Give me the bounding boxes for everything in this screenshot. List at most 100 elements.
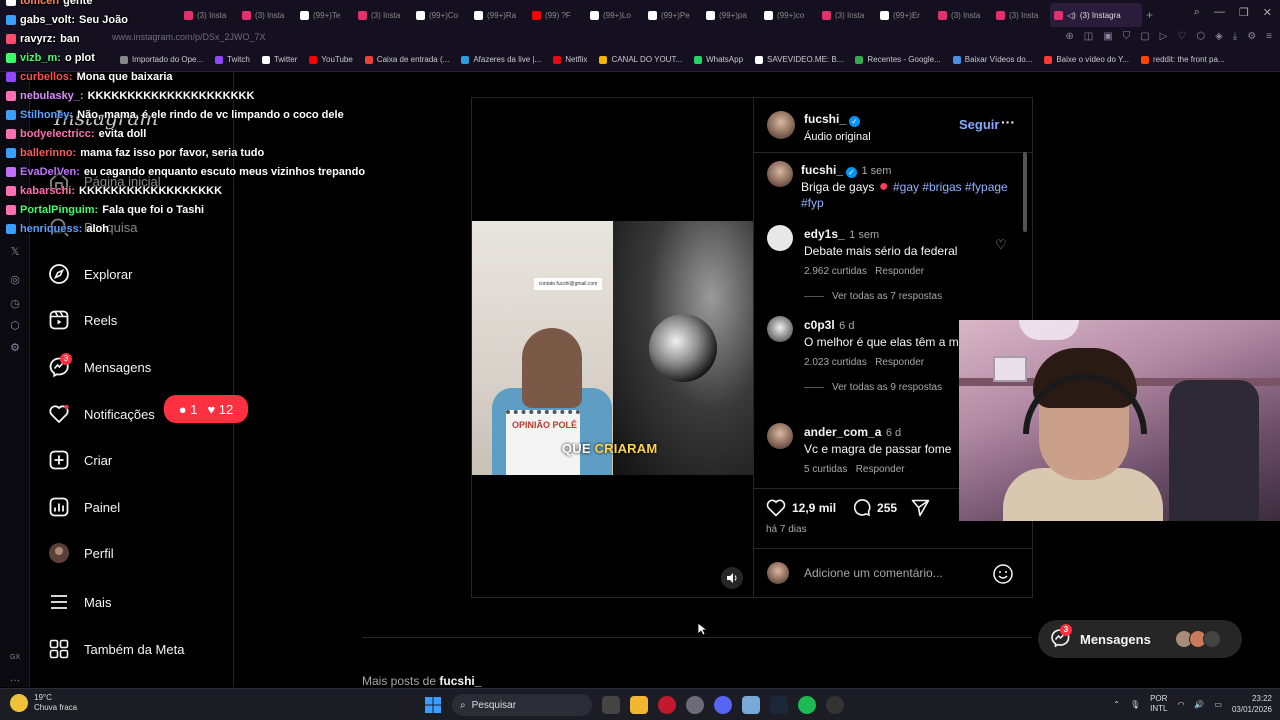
browser-tab[interactable]: (99+)Ra	[470, 3, 528, 27]
reply-button[interactable]: Responder	[856, 464, 905, 475]
nav-item-tamb-m-da-meta[interactable]: Também da Meta	[48, 635, 184, 663]
more-options-icon[interactable]: ···	[1001, 114, 1015, 130]
bookmark-item[interactable]: Netflix	[553, 55, 587, 64]
bookmark-item[interactable]: Baixe o vídeo do Y...	[1044, 55, 1129, 64]
battery-icon[interactable]: ▭	[1214, 700, 1222, 709]
extensions-icon[interactable]: ⬡	[1196, 31, 1205, 42]
commenter-avatar[interactable]	[767, 423, 793, 449]
history-icon[interactable]: ◷	[9, 298, 21, 310]
maximize-icon[interactable]: ❐	[1239, 6, 1249, 19]
bookmark-item[interactable]: reddit: the front pa...	[1140, 55, 1225, 64]
task-view-icon[interactable]	[602, 696, 620, 714]
bookmark-item[interactable]: Twitch	[215, 55, 250, 64]
wifi-icon[interactable]: ◠	[1177, 700, 1184, 709]
mute-button[interactable]	[721, 567, 743, 589]
comment-likes[interactable]: 2.962 curtidas	[804, 266, 867, 277]
x-icon[interactable]: 𝕏	[9, 246, 21, 258]
like-count[interactable]: 12,9 mil	[792, 501, 836, 515]
snapshot-icon[interactable]: ▣	[1103, 31, 1112, 42]
cube-icon[interactable]: ⬡	[9, 320, 21, 332]
browser-tab[interactable]: (3) Insta	[818, 3, 876, 27]
zoom-icon[interactable]: ⊕	[1065, 31, 1073, 42]
close-icon[interactable]: ✕	[1263, 6, 1272, 19]
app-icon[interactable]	[742, 696, 760, 714]
bookmark-item[interactable]: WhatsApp	[694, 55, 743, 64]
comment-username[interactable]: c0p3l	[804, 318, 835, 332]
comment-input[interactable]: Adicione um comentário...	[804, 566, 943, 580]
taskbar-search[interactable]: ⌕ Pesquisar	[452, 694, 592, 716]
spotify-icon[interactable]	[798, 696, 816, 714]
comments-scrollbar[interactable]	[1023, 152, 1027, 232]
commenter-avatar[interactable]	[767, 225, 793, 251]
comment-like-icon[interactable]: ♡	[995, 237, 1007, 253]
clock[interactable]: 23:22 03/01/2026	[1232, 693, 1272, 715]
reply-button[interactable]: Responder	[875, 357, 924, 368]
author-username[interactable]: fucshi_	[804, 112, 846, 126]
nav-item-mais[interactable]: Mais	[48, 588, 111, 616]
file-explorer-icon[interactable]	[630, 696, 648, 714]
browser-tab[interactable]: (3) Insta	[180, 3, 238, 27]
view-replies[interactable]: Ver todas as 9 respostas	[804, 382, 942, 393]
settings-icon[interactable]: ⚙	[9, 342, 21, 354]
reply-button[interactable]: Responder	[875, 266, 924, 277]
comment-count[interactable]: 255	[877, 501, 897, 515]
bookmark-item[interactable]: Caixa de entrada (...	[364, 55, 449, 64]
tab-audio-icon[interactable]: ◁)	[1067, 11, 1076, 20]
nav-item-criar[interactable]: Criar	[48, 446, 112, 474]
audio-label[interactable]: Áudio original	[804, 131, 871, 143]
caption-avatar[interactable]	[767, 161, 793, 187]
discord-icon[interactable]	[714, 696, 732, 714]
obs-icon[interactable]	[826, 696, 844, 714]
like-heart-icon[interactable]	[766, 499, 786, 517]
settings-icon[interactable]: ⚙	[1247, 31, 1256, 42]
nav-item-perfil[interactable]: Perfil	[48, 539, 114, 567]
bookmark-item[interactable]: Twitter	[261, 55, 297, 64]
bookmark-item[interactable]: SAVEVIDEO.ME: B...	[755, 55, 843, 64]
nav-item-pesquisa[interactable]: Pesquisa	[48, 213, 137, 241]
follow-button[interactable]: Seguir	[959, 117, 999, 132]
shield-icon[interactable]: ⛉	[1123, 31, 1131, 42]
browser-tab[interactable]: (99+)pa	[702, 3, 760, 27]
language-indicator[interactable]: POR INTL	[1150, 694, 1167, 714]
browser-tab[interactable]: (99+)Lo	[586, 3, 644, 27]
author-avatar[interactable]	[767, 111, 795, 139]
minimize-icon[interactable]: —	[1214, 6, 1225, 19]
steam-icon[interactable]	[770, 696, 788, 714]
bookmark-item[interactable]: Afazeres da live |...	[461, 55, 541, 64]
comment-likes[interactable]: 2.023 curtidas	[804, 357, 867, 368]
messages-pill[interactable]: 3 Mensagens	[1038, 620, 1242, 658]
nav-item-reels[interactable]: Reels	[48, 306, 117, 334]
download-icon[interactable]: ⤓	[1233, 31, 1237, 42]
microphone-icon[interactable]: 🎙	[1130, 700, 1140, 709]
player-icon[interactable]: ◎	[9, 274, 21, 286]
bookmark-item[interactable]: Importado do Ope...	[120, 55, 203, 64]
browser-tab[interactable]: (99) ?F	[528, 3, 586, 27]
commenter-avatar[interactable]	[767, 316, 793, 342]
steam-alt-icon[interactable]	[686, 696, 704, 714]
bookmark-item[interactable]: Baixar Vídeos do...	[952, 55, 1032, 64]
more-icon[interactable]: …	[9, 672, 21, 684]
cube-icon[interactable]: ▢	[1140, 31, 1149, 42]
nav-item-explorar[interactable]: Explorar	[48, 260, 132, 288]
weather-widget[interactable]: 19°C Chuva fraca	[10, 693, 77, 713]
bookmark-item[interactable]: CANAL DO YOUT...	[599, 55, 682, 64]
emoji-icon[interactable]	[992, 563, 1014, 585]
browser-tab[interactable]: (3) Insta	[354, 3, 412, 27]
bookmark-item[interactable]: YouTube	[309, 55, 353, 64]
opera-gx-icon[interactable]	[658, 696, 676, 714]
new-tab-button[interactable]: +	[1142, 3, 1162, 27]
nav-item-painel[interactable]: Painel	[48, 493, 120, 521]
browser-tab[interactable]: (99+)Te	[296, 3, 354, 27]
instagram-logo[interactable]: Instagram	[54, 106, 158, 130]
share-icon[interactable]	[911, 499, 930, 517]
camera-icon[interactable]: ◫	[1084, 31, 1093, 42]
browser-tab[interactable]: (99+)Pe	[644, 3, 702, 27]
comment-likes[interactable]: 5 curtidas	[804, 464, 847, 475]
bookmark-icon[interactable]: ♡	[1177, 31, 1186, 42]
comment-username[interactable]: ander_com_a	[804, 425, 881, 439]
bookmark-item[interactable]: Recentes - Google...	[855, 55, 941, 64]
nav-item-mensagens[interactable]: Mensagens 3	[48, 353, 151, 381]
browser-tab[interactable]: (99+)co	[760, 3, 818, 27]
browser-tab[interactable]: (3) Insta	[934, 3, 992, 27]
nav-item-notifica-es[interactable]: Notificações	[48, 400, 155, 428]
